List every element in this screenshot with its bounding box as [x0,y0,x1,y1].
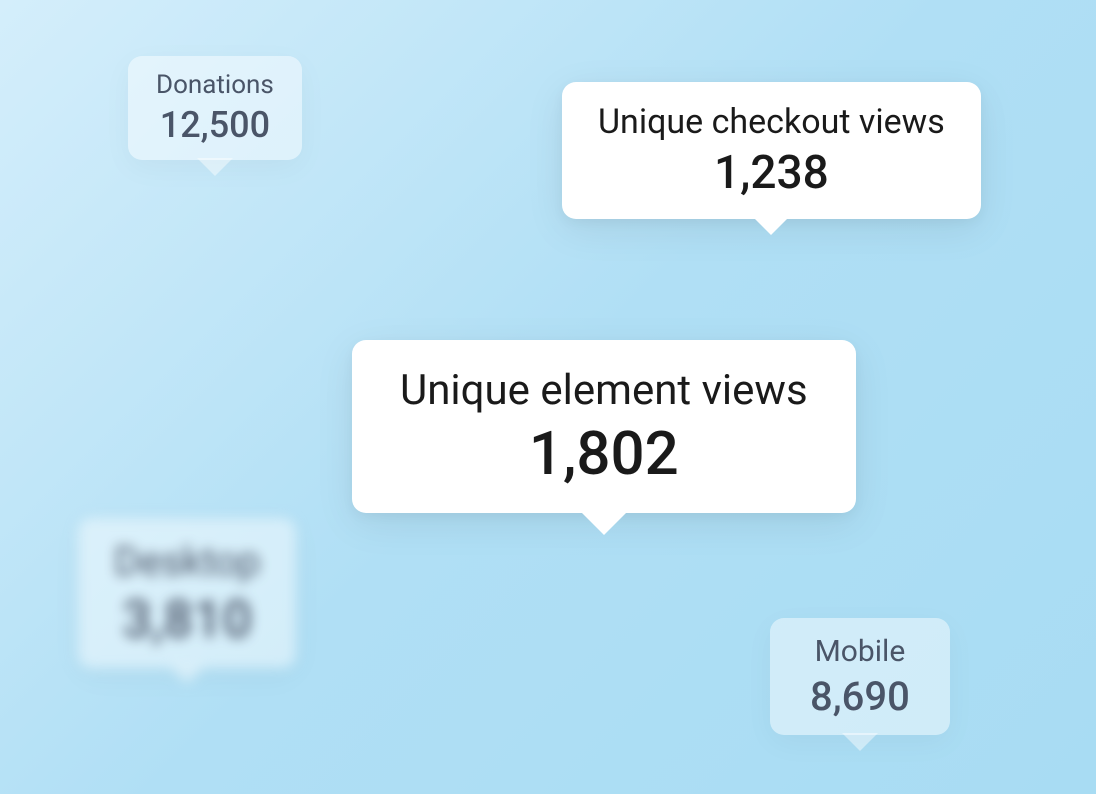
stat-value: 1,238 [598,148,945,199]
stat-card-unique-checkout-views: Unique checkout views 1,238 [562,82,981,219]
stat-label: Donations [156,70,274,100]
stat-card-donations: Donations 12,500 [128,56,302,160]
stat-label: Desktop [114,538,260,585]
stat-card-mobile: Mobile 8,690 [770,618,950,735]
stat-value: 3,810 [114,591,260,648]
stat-value: 12,500 [156,106,274,146]
stat-value: 8,690 [810,675,910,719]
stat-label: Unique element views [400,366,808,415]
stat-card-desktop: Desktop 3,810 [78,518,296,668]
stat-label: Unique checkout views [598,102,945,142]
stat-label: Mobile [810,634,910,669]
stat-card-unique-element-views: Unique element views 1,802 [352,340,856,513]
stat-value: 1,802 [400,421,808,487]
